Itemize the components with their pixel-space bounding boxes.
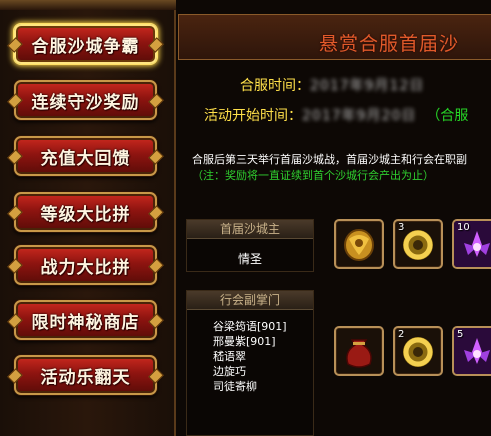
- merge-time-value: 2017年9月12日: [310, 78, 425, 94]
- menu-item-zhanli-bipin[interactable]: 战力大比拼: [14, 245, 157, 285]
- merge-time-row: 合服时间：2017年9月12日: [240, 75, 424, 95]
- event-note: （注：奖励将一直证续到首个沙城行会产出为止）: [192, 169, 434, 182]
- reward-count: 2: [398, 329, 405, 340]
- menu-item-shacheng-zhengba[interactable]: 合服沙城争霸: [14, 24, 157, 64]
- merge-time-label: 合服时间：: [240, 78, 310, 94]
- start-time-value: 2017年9月20日: [302, 108, 417, 124]
- reward-slot[interactable]: 2: [393, 326, 443, 376]
- title-bar: 悬赏合服首届沙: [178, 14, 491, 60]
- menu-item-chongzhi-huikui[interactable]: 充值大回馈: [14, 136, 157, 176]
- reward-count: 3: [398, 222, 405, 233]
- reward-slot[interactable]: [334, 326, 384, 376]
- menu-item-huodong-lefantian[interactable]: 活动乐翻天: [14, 355, 157, 395]
- deputy-box: 行会副掌门 谷梁筠语[901] 邢曼紫[901] 嵇语翠 边旋巧 司徒寄柳: [186, 290, 314, 436]
- deputy-member: 邢曼紫[901]: [213, 335, 276, 348]
- reward-slot[interactable]: 3: [393, 219, 443, 269]
- page-title: 悬赏合服首届沙: [319, 33, 460, 55]
- golden-shield-icon: [344, 229, 374, 261]
- deputy-member: 边旋巧: [213, 365, 246, 378]
- top-frame-bar: [0, 0, 176, 10]
- menu-item-shenmi-shangdian[interactable]: 限时神秘商店: [14, 300, 157, 340]
- lord-name: 情圣: [237, 252, 262, 266]
- start-time-row: 活动开始时间：2017年9月20日 （合服: [204, 105, 468, 125]
- reward-slot[interactable]: 5: [452, 326, 491, 376]
- start-time-suffix: （合服: [426, 108, 469, 124]
- deputy-member: 谷梁筠语[901]: [213, 320, 287, 333]
- lord-box-header: 首届沙城主: [187, 220, 313, 239]
- sidebar-menu: 合服沙城争霸 连续守沙奖励 充值大回馈 等级大比拼 战力大比拼 限时神秘商店 活…: [0, 0, 176, 436]
- menu-item-dengji-bipin[interactable]: 等级大比拼: [14, 192, 157, 232]
- event-description: 合服后第三天举行首届沙城战，首届沙城主和行会在职副: [192, 153, 467, 166]
- reward-slot[interactable]: 10: [452, 219, 491, 269]
- deputy-member: 嵇语翠: [213, 350, 246, 363]
- reward-slot[interactable]: [334, 219, 384, 269]
- deputy-box-header: 行会副掌门: [187, 291, 313, 310]
- start-time-label: 活动开始时间：: [204, 108, 302, 124]
- reward-count: 5: [457, 329, 464, 340]
- lord-box: 首届沙城主 情圣: [186, 219, 314, 272]
- deputy-member-list: 谷梁筠语[901] 邢曼紫[901] 嵇语翠 边旋巧 司徒寄柳: [187, 310, 313, 394]
- red-bag-icon: [346, 339, 372, 368]
- reward-count: 10: [457, 222, 470, 233]
- menu-item-shousha-jiangli[interactable]: 连续守沙奖励: [14, 80, 157, 120]
- deputy-member: 司徒寄柳: [213, 380, 257, 393]
